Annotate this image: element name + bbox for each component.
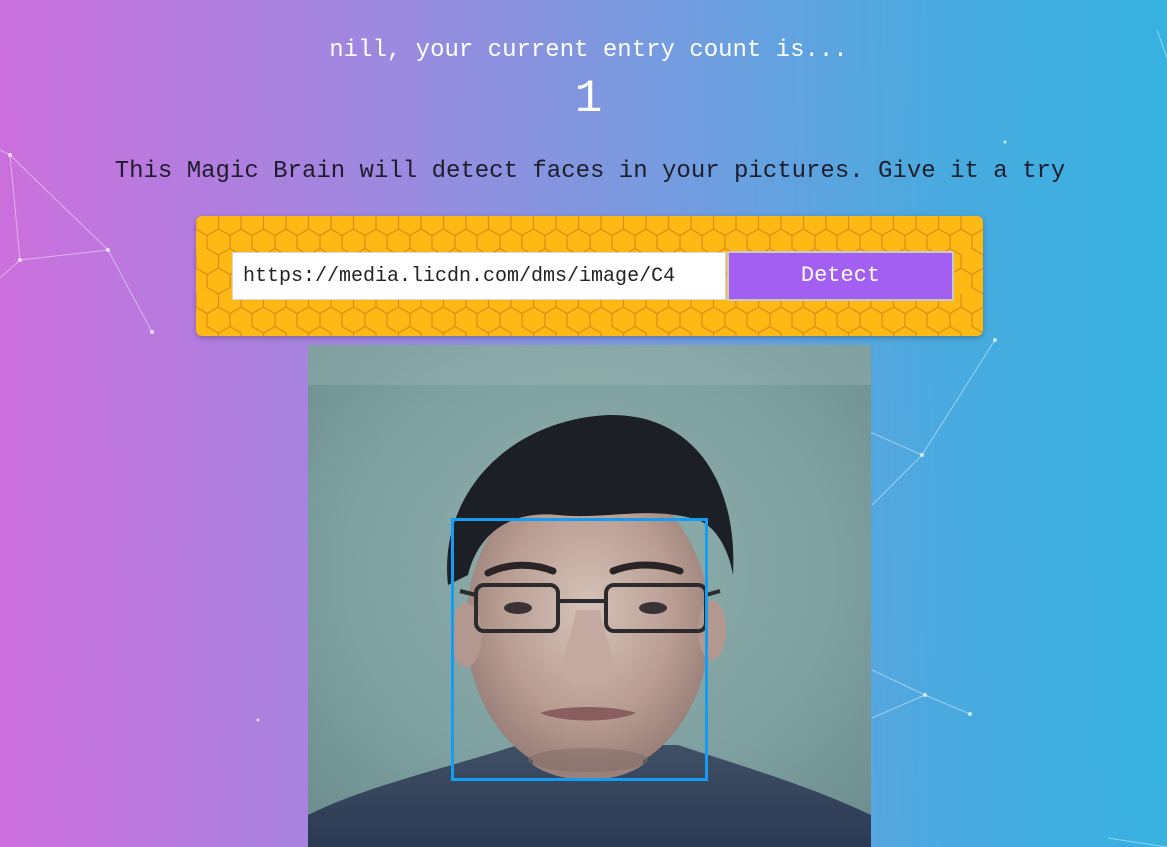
image-link-form: Detect: [196, 216, 983, 336]
intro-text: This Magic Brain will detect faces in yo…: [114, 158, 1066, 185]
detect-button[interactable]: Detect: [727, 251, 954, 301]
entry-count-greeting: nill, your current entry count is...: [329, 37, 848, 64]
image-url-input[interactable]: [232, 252, 726, 300]
face-bounding-box: [451, 518, 708, 781]
entry-count-value: 1: [574, 73, 603, 125]
